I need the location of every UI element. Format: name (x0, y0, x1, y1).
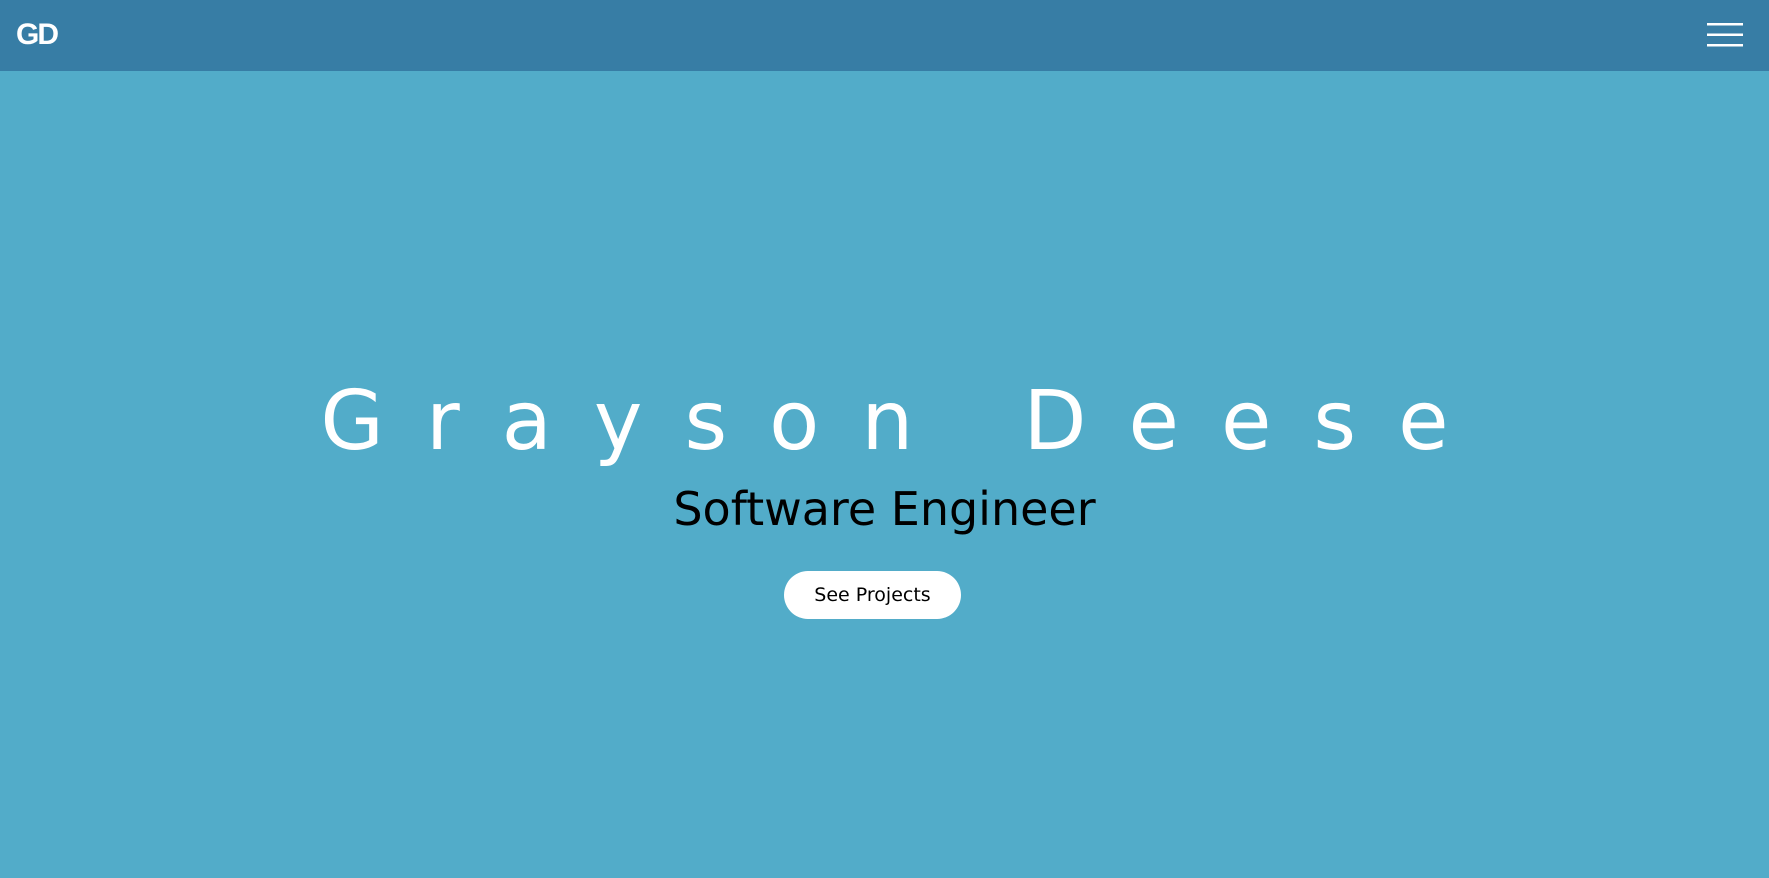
hero-section: Grayson Deese Software Engineer See Proj… (0, 71, 1769, 878)
hamburger-menu-icon (1707, 22, 1743, 46)
site-logo[interactable]: GD (16, 19, 59, 50)
menu-button[interactable] (1705, 15, 1745, 55)
hero-subtitle: Software Engineer (673, 482, 1096, 536)
top-navbar: GD (0, 0, 1769, 71)
see-projects-button[interactable]: See Projects (784, 571, 961, 619)
hero-name: Grayson Deese (320, 374, 1491, 469)
